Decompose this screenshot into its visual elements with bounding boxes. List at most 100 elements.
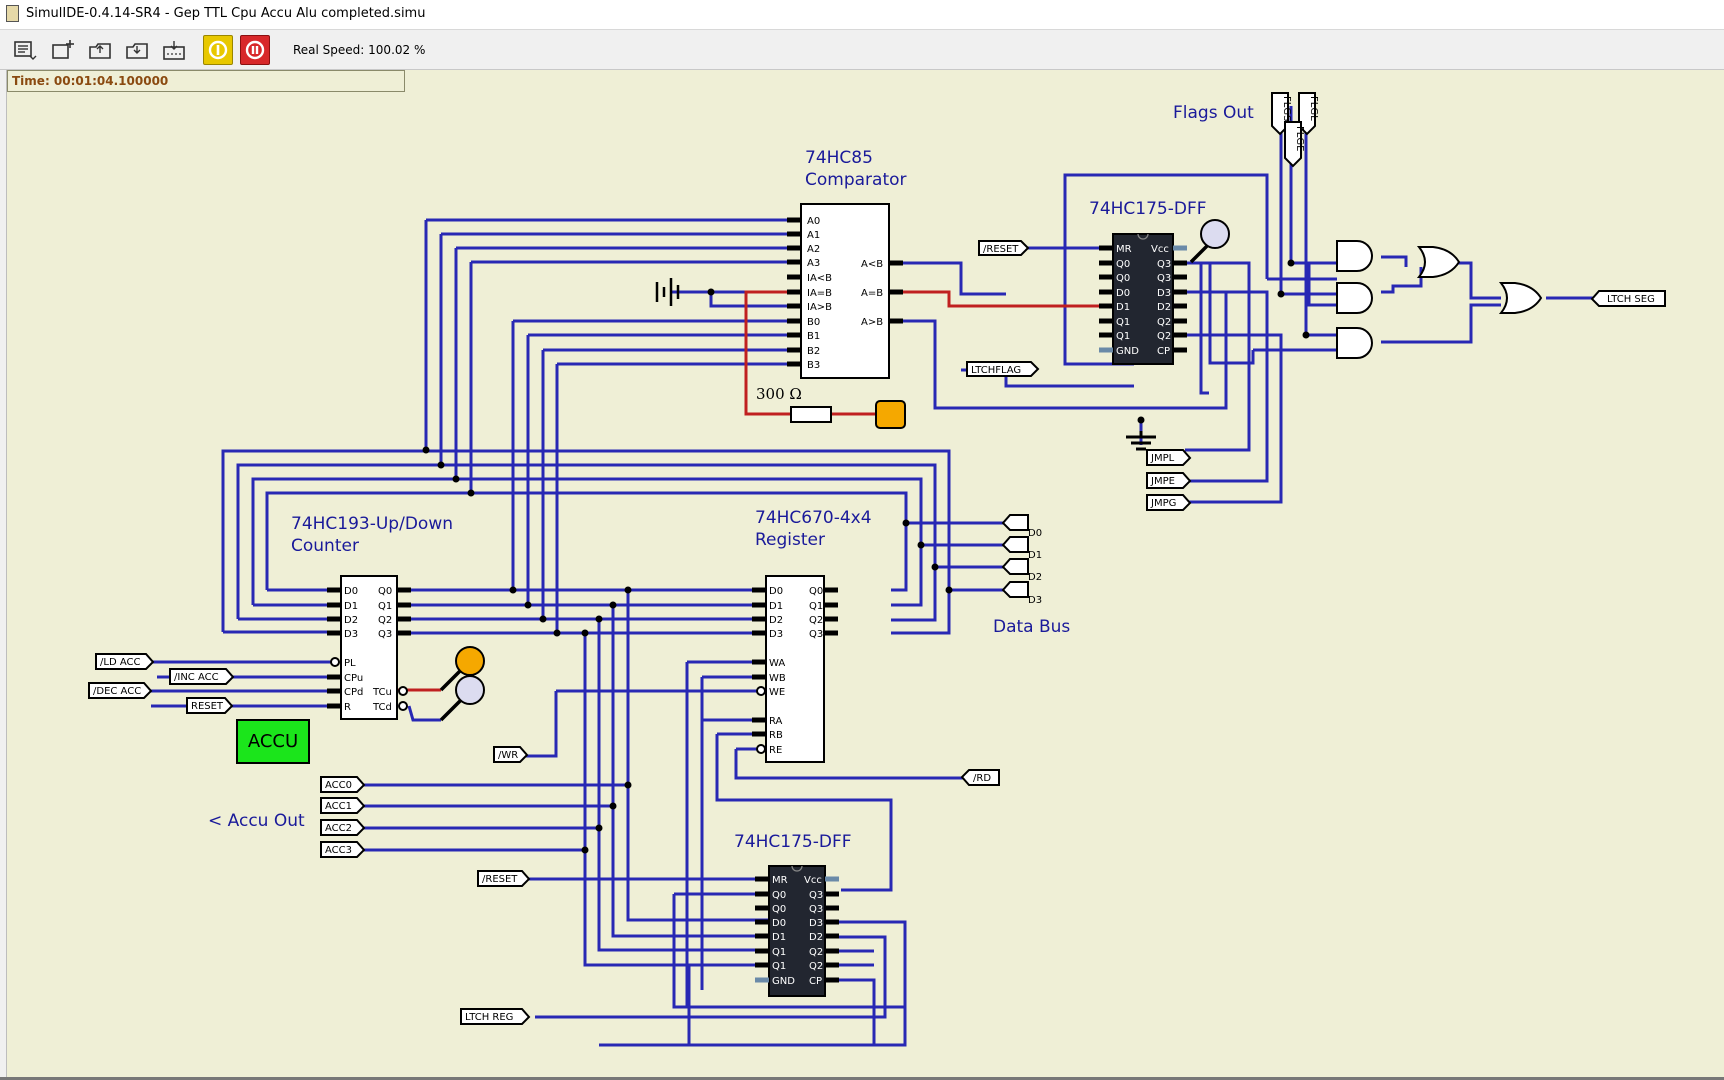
svg-text:TCd: TCd: [372, 702, 392, 713]
svg-text:B0: B0: [807, 317, 820, 328]
schematic: A0 A1 A2 A3 IA<B IA=B IA>B B0 B1 B2 B3 A…: [88, 92, 1666, 1047]
svg-text:R: R: [344, 702, 351, 713]
accu-out-label: < Accu Out: [208, 811, 305, 831]
counter-chip[interactable]: [327, 575, 411, 720]
dff-top-chip[interactable]: [1099, 233, 1187, 365]
comparator-chip[interactable]: [787, 203, 903, 379]
comparator-name-label: 74HC85: [805, 148, 873, 168]
or-gate-1[interactable]: [1418, 246, 1460, 278]
svg-text:RESET: RESET: [191, 701, 224, 712]
svg-text:Q3: Q3: [378, 629, 392, 640]
file-menu-button[interactable]: [10, 35, 40, 65]
resistor[interactable]: [790, 406, 832, 423]
svg-text:LTCH SEG: LTCH SEG: [1607, 294, 1655, 305]
and-gate-1[interactable]: [1336, 240, 1373, 272]
svg-text:WA: WA: [769, 658, 785, 669]
dff-top-probe-led[interactable]: [1189, 219, 1230, 264]
svg-text:D1: D1: [1116, 302, 1130, 313]
svg-text:LTCH REG: LTCH REG: [465, 1012, 513, 1023]
and-gate-3[interactable]: [1336, 327, 1373, 359]
svg-text:D3: D3: [809, 918, 823, 929]
svg-text:D2: D2: [1028, 572, 1042, 583]
svg-text:IA<B: IA<B: [807, 273, 832, 284]
flags-out-label: Flags Out: [1173, 103, 1254, 123]
svg-text:GND: GND: [1116, 346, 1139, 357]
svg-text:D1: D1: [772, 932, 786, 943]
svg-text:Q0: Q0: [772, 904, 786, 915]
svg-text:Q3: Q3: [1157, 273, 1171, 284]
svg-text:RE: RE: [769, 745, 782, 756]
svg-text:D3: D3: [1157, 288, 1171, 299]
svg-text:A>B: A>B: [861, 317, 883, 328]
svg-text:ACC2: ACC2: [325, 823, 352, 834]
save-as-button[interactable]: [159, 35, 189, 65]
power-button[interactable]: [203, 35, 233, 65]
real-speed-label: Real Speed: 100.02 %: [293, 43, 426, 57]
app-icon: [6, 5, 19, 22]
svg-text:RB: RB: [769, 730, 783, 741]
svg-text:Q3: Q3: [1157, 259, 1171, 270]
pause-button[interactable]: [240, 35, 270, 65]
svg-text:FLGL: FLGL: [1308, 96, 1319, 121]
file-menu-icon: [14, 41, 37, 60]
new-circuit-icon: [52, 40, 74, 59]
svg-text:JMPL: JMPL: [1150, 453, 1175, 464]
svg-text:B2: B2: [807, 346, 820, 357]
svg-text:B3: B3: [807, 360, 820, 371]
accu-display-label: ACCU: [247, 731, 299, 752]
or-gate-2[interactable]: [1500, 282, 1542, 314]
svg-text:Q3: Q3: [809, 890, 823, 901]
open-circuit-icon: [89, 43, 111, 59]
svg-text:Q1: Q1: [809, 601, 823, 612]
svg-text:Q0: Q0: [378, 586, 392, 597]
open-circuit-button[interactable]: [85, 35, 115, 65]
svg-text:GND: GND: [772, 976, 795, 987]
svg-text:Q2: Q2: [809, 615, 823, 626]
svg-text:A3: A3: [807, 258, 820, 269]
svg-text:D2: D2: [344, 615, 358, 626]
svg-text:D2: D2: [809, 932, 823, 943]
accu-display[interactable]: ACCU: [236, 719, 310, 764]
svg-text:PL: PL: [344, 658, 356, 669]
svg-text:Q0: Q0: [1116, 259, 1130, 270]
dff-bottom-chip[interactable]: [755, 865, 839, 997]
data-bus-label: Data Bus: [993, 617, 1070, 637]
svg-text:RA: RA: [769, 716, 783, 727]
register-desc-label: Register: [755, 530, 825, 550]
svg-text:A=B: A=B: [861, 288, 883, 299]
dff-bottom-label: 74HC175-DFF: [734, 832, 852, 852]
svg-text:/RD: /RD: [973, 773, 991, 784]
svg-text:D3: D3: [769, 629, 783, 640]
title-bar: SimulIDE-0.4.14-SR4 - Gep TTL Cpu Accu A…: [0, 0, 1724, 30]
save-circuit-button[interactable]: [122, 35, 152, 65]
svg-text:Q1: Q1: [772, 961, 786, 972]
save-circuit-icon: [126, 43, 148, 59]
svg-text:/LD ACC: /LD ACC: [100, 657, 140, 668]
pause-icon: [245, 40, 265, 60]
counter-name-label: 74HC193-Up/Down: [291, 514, 453, 534]
save-as-icon: [163, 41, 185, 60]
svg-text:D0: D0: [1116, 288, 1130, 299]
svg-text:A<B: A<B: [861, 259, 883, 270]
orange-led-output[interactable]: [875, 400, 906, 429]
circuit-canvas[interactable]: Time: 00:01:04.100000 A0 A1 A2 A3 IA<B I…: [6, 70, 1724, 1077]
register-chip[interactable]: [752, 575, 838, 763]
register-name-label: 74HC670-4x4: [755, 508, 872, 528]
svg-text:/DEC ACC: /DEC ACC: [93, 686, 141, 697]
svg-text:/RESET: /RESET: [983, 244, 1019, 255]
svg-text:/INC ACC: /INC ACC: [174, 672, 219, 683]
new-circuit-button[interactable]: [48, 35, 78, 65]
svg-text:D1: D1: [1028, 550, 1042, 561]
svg-text:D2: D2: [1157, 302, 1171, 313]
resistor-label: 300 Ω: [756, 385, 802, 403]
svg-text:FLGE: FLGE: [1294, 126, 1305, 151]
counter-desc-label: Counter: [291, 536, 359, 556]
svg-text:CP: CP: [1157, 346, 1170, 357]
svg-text:Vcc: Vcc: [804, 875, 822, 886]
svg-text:A1: A1: [807, 230, 820, 241]
svg-text:D1: D1: [344, 601, 358, 612]
and-gate-2[interactable]: [1336, 282, 1373, 314]
svg-text:/RESET: /RESET: [482, 874, 518, 885]
dff-top-label: 74HC175-DFF: [1089, 199, 1207, 219]
svg-text:Q3: Q3: [809, 904, 823, 915]
